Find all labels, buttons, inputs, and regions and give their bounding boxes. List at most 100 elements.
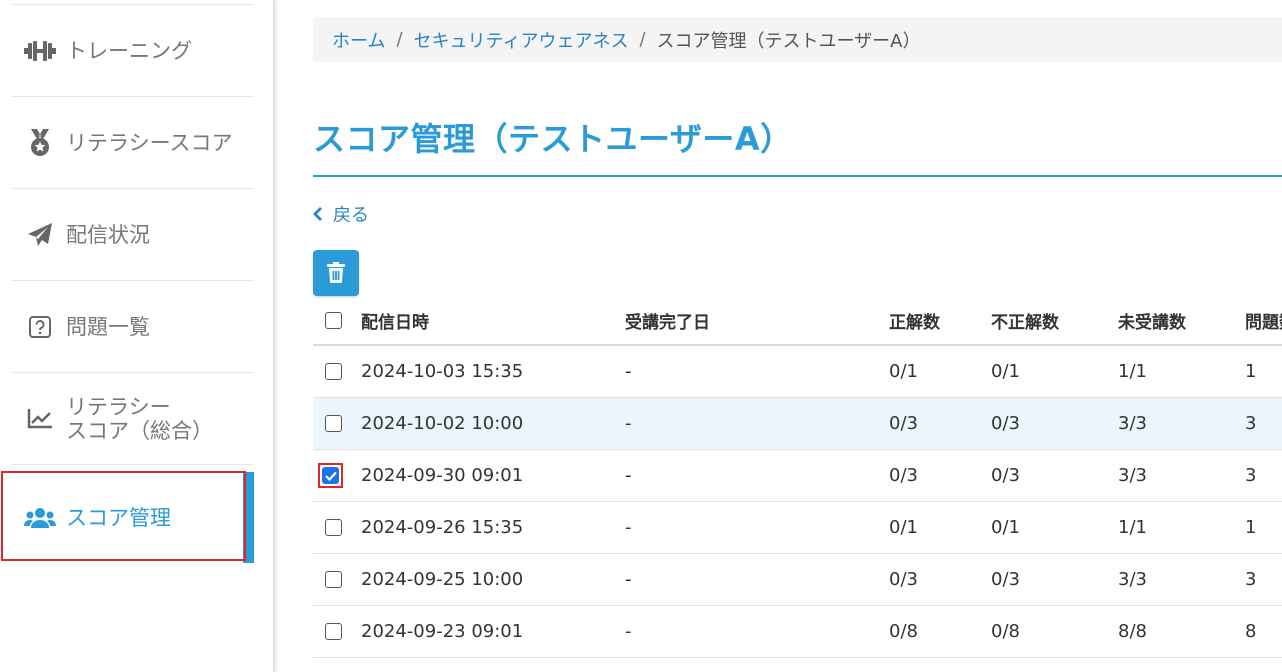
table-row: 2024-10-03 15:35 - 0/1 0/1 1/1 1	[313, 346, 1282, 398]
cell-date: 2024-09-26 15:35	[361, 517, 524, 538]
cell-date: 2024-10-03 15:35	[361, 361, 524, 382]
sidebar-item-label: 配信状況	[66, 222, 150, 247]
cell-correct: 0/3	[889, 413, 918, 434]
row-checkbox[interactable]	[325, 623, 342, 640]
cell-untaken: 1/1	[1118, 361, 1147, 382]
checkbox-wrap	[322, 412, 345, 435]
sidebar-item-literacy-score[interactable]: リテラシースコア	[12, 97, 254, 189]
row-check-cell	[322, 606, 345, 657]
select-all-checkbox[interactable]	[325, 311, 342, 329]
cell-completed: -	[625, 361, 632, 382]
row-checkbox[interactable]	[325, 571, 342, 588]
checkbox-wrap	[322, 360, 345, 383]
header-correct[interactable]: 正解数	[889, 296, 940, 344]
sidebar-item-label: スコア管理	[66, 505, 171, 530]
row-check-cell	[322, 502, 345, 553]
header-wrong[interactable]: 不正解数	[991, 296, 1059, 344]
sidebar-item-question-list[interactable]: 問題一覧	[12, 281, 254, 373]
cell-question-count: 3	[1245, 569, 1257, 590]
row-checkbox[interactable]	[322, 467, 339, 484]
back-label: 戻る	[333, 205, 369, 226]
sidebar: トレーニング リテラシースコア 配信状況 問題一覧 リテラシー スコア（総合） …	[0, 0, 274, 672]
cell-wrong: 0/1	[991, 361, 1020, 382]
question-square-icon	[24, 313, 56, 341]
checkbox-wrap	[322, 516, 345, 539]
cell-date: 2024-09-30 09:01	[361, 465, 524, 486]
active-indicator	[243, 472, 254, 563]
delete-button[interactable]	[313, 250, 359, 296]
cell-question-count: 3	[1245, 413, 1257, 434]
breadcrumb-home-link[interactable]: ホーム	[332, 27, 385, 53]
row-checkbox[interactable]	[325, 363, 342, 380]
cell-completed: -	[625, 465, 632, 486]
cell-correct: 0/1	[889, 361, 918, 382]
row-check-cell	[322, 554, 345, 605]
medal-icon	[24, 128, 56, 157]
row-check-cell	[322, 398, 345, 449]
sidebar-item-score-management[interactable]: スコア管理	[12, 472, 254, 563]
back-link[interactable]: 戻る	[313, 201, 369, 227]
checkbox-wrap	[322, 568, 345, 591]
chart-line-icon	[24, 405, 56, 433]
sidebar-item-delivery-status[interactable]: 配信状況	[12, 189, 254, 281]
header-question-count[interactable]: 問題数	[1245, 296, 1282, 344]
sidebar-item-literacy-score-total[interactable]: リテラシー スコア（総合）	[12, 373, 254, 465]
row-check-cell	[322, 346, 345, 397]
row-check-cell	[318, 450, 343, 501]
cell-untaken: 3/3	[1118, 465, 1147, 486]
cell-untaken: 1/1	[1118, 517, 1147, 538]
cell-wrong: 0/3	[991, 465, 1020, 486]
cell-wrong: 0/3	[991, 413, 1020, 434]
table-header-row: 配信日時 受講完了日 正解数 不正解数 未受講数 問題数	[313, 296, 1282, 346]
chevron-left-icon	[313, 207, 322, 221]
sidebar-item-label: リテラシースコア	[66, 130, 233, 155]
sidebar-item-label: トレーニング	[66, 38, 192, 63]
page-title: スコア管理（テストユーザーA）	[313, 120, 793, 158]
table-row: 2024-09-23 09:01 - 0/8 0/8 8/8 8	[313, 606, 1282, 658]
cell-correct: 0/3	[889, 465, 918, 486]
cell-wrong: 0/8	[991, 621, 1020, 642]
breadcrumb-current: スコア管理（テストユーザーA）	[656, 30, 921, 52]
sidebar-item-training[interactable]: トレーニング	[12, 5, 254, 97]
paper-plane-icon	[24, 221, 56, 249]
header-completed[interactable]: 受講完了日	[625, 296, 710, 344]
score-table: 配信日時 受講完了日 正解数 不正解数 未受講数 問題数 2024-10-03 …	[313, 296, 1282, 658]
sidebar-item-label: 問題一覧	[66, 314, 150, 339]
cell-question-count: 8	[1245, 621, 1257, 642]
sidebar-item-label: リテラシー スコア（総合）	[66, 394, 213, 443]
table-row: 2024-09-30 09:01 - 0/3 0/3 3/3 3	[313, 450, 1282, 502]
checkbox-wrap	[322, 309, 345, 332]
table-row: 2024-09-26 15:35 - 0/1 0/1 1/1 1	[313, 502, 1282, 554]
users-icon	[24, 504, 56, 532]
cell-completed: -	[625, 621, 632, 642]
breadcrumb-separator: /	[396, 29, 403, 50]
cell-question-count: 1	[1245, 361, 1257, 382]
cell-question-count: 1	[1245, 517, 1257, 538]
cell-date: 2024-10-02 10:00	[361, 413, 524, 434]
highlight-annotation	[318, 463, 343, 488]
cell-correct: 0/8	[889, 621, 918, 642]
table-row: 2024-10-02 10:00 - 0/3 0/3 3/3 3	[313, 398, 1282, 450]
title-divider	[313, 175, 1282, 177]
breadcrumb-section-link[interactable]: セキュリティアウェアネス	[414, 27, 629, 53]
row-checkbox[interactable]	[325, 519, 342, 536]
cell-untaken: 8/8	[1118, 621, 1147, 642]
row-checkbox[interactable]	[325, 415, 342, 432]
breadcrumb: ホーム / セキュリティアウェアネス / スコア管理（テストユーザーA）	[313, 17, 1282, 62]
checkmark-icon	[324, 471, 337, 481]
header-date[interactable]: 配信日時	[361, 296, 429, 344]
table-row: 2024-09-25 10:00 - 0/3 0/3 3/3 3	[313, 554, 1282, 606]
cell-wrong: 0/3	[991, 569, 1020, 590]
cell-untaken: 3/3	[1118, 569, 1147, 590]
breadcrumb-separator: /	[639, 29, 646, 50]
cell-correct: 0/3	[889, 569, 918, 590]
select-all-cell	[322, 296, 345, 344]
header-untaken[interactable]: 未受講数	[1118, 296, 1186, 344]
cell-untaken: 3/3	[1118, 413, 1147, 434]
cell-completed: -	[625, 517, 632, 538]
cell-question-count: 3	[1245, 465, 1257, 486]
cell-correct: 0/1	[889, 517, 918, 538]
cell-wrong: 0/1	[991, 517, 1020, 538]
dumbbell-icon	[24, 37, 56, 65]
cell-completed: -	[625, 413, 632, 434]
